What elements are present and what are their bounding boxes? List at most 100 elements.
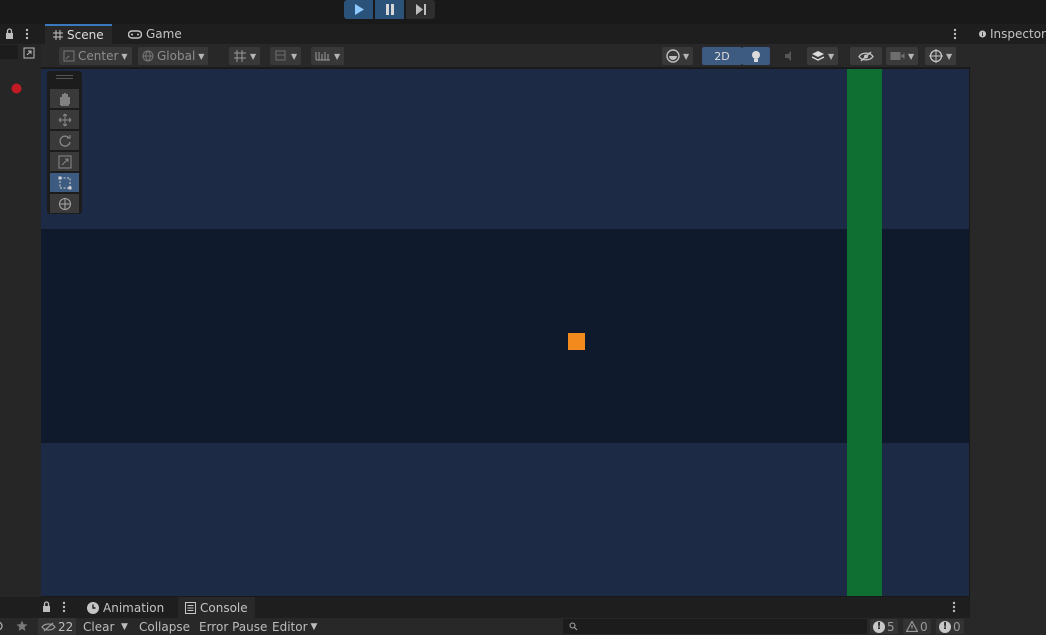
scene-viewport[interactable]: [41, 69, 969, 596]
warning-count: 0: [920, 619, 928, 634]
move-tool-button[interactable]: [50, 110, 79, 129]
error-pause-button[interactable]: Error Pause: [199, 618, 267, 635]
hierarchy-tab-bar: [0, 24, 41, 44]
lock-icon[interactable]: [42, 601, 51, 612]
green-wall-sprite[interactable]: [847, 69, 882, 596]
eye-hidden-icon: [858, 50, 874, 62]
rotate-icon: [58, 134, 71, 147]
scene-toolbar: Center ▼ Global ▼ ▼ ▼ ▼ ▼ 2D ▼ ▼ ▼: [41, 44, 970, 68]
chevron-down-icon: ▼: [828, 51, 835, 61]
increment-snap-dropdown[interactable]: ▼: [270, 47, 302, 65]
tab-game[interactable]: Game: [120, 24, 190, 44]
chevron-down-icon: ▼: [121, 621, 128, 632]
hierarchy-search[interactable]: [0, 45, 18, 59]
hand-tool-button[interactable]: [50, 89, 79, 108]
menu-icon[interactable]: [62, 601, 66, 613]
list-icon: [185, 601, 196, 614]
transform-icon: [58, 197, 71, 210]
top-toolbar: [0, 0, 1046, 24]
tab-label: Console: [200, 600, 248, 615]
error-pause-label: Error Pause: [199, 619, 268, 634]
lightbulb-icon: [752, 50, 760, 62]
error-icon: !: [939, 620, 951, 633]
collapse-button[interactable]: Collapse: [139, 618, 190, 635]
info-icon: !: [873, 620, 885, 633]
gizmos-dropdown[interactable]: ▼: [925, 47, 957, 65]
inspector-panel: [970, 24, 1046, 635]
rotate-tool-button[interactable]: [50, 131, 79, 150]
search-icon[interactable]: [0, 621, 5, 632]
scale-icon: [58, 155, 71, 168]
tab-inspector[interactable]: Inspector: [970, 24, 1046, 44]
layers-icon: [811, 51, 825, 61]
star-icon[interactable]: [16, 620, 28, 632]
lock-icon[interactable]: [5, 28, 14, 39]
error-count: 0: [953, 619, 961, 634]
pause-button[interactable]: [375, 0, 404, 19]
clock-icon: [87, 601, 99, 614]
eye-hidden-icon: [41, 622, 56, 631]
speaker-icon: [785, 51, 791, 61]
shading-mode-dropdown[interactable]: ▼: [662, 47, 694, 65]
log-count-toggle[interactable]: ! 5: [870, 619, 898, 634]
pivot-mode-label: Center: [78, 49, 119, 63]
play-button[interactable]: [344, 0, 373, 19]
search-icon: [569, 622, 578, 631]
pause-icon: [385, 4, 394, 15]
scale-tool-button[interactable]: [50, 152, 79, 171]
clear-label: Clear: [83, 619, 115, 634]
log-count: 5: [887, 619, 895, 634]
warning-count-toggle[interactable]: 0: [903, 619, 931, 634]
editor-dropdown[interactable]: Editor ▼: [272, 618, 317, 635]
panel-menu-icon[interactable]: [952, 601, 956, 613]
rect-tool-button[interactable]: [50, 173, 79, 192]
record-icon[interactable]: [11, 83, 22, 94]
editor-label: Editor: [272, 619, 308, 634]
audio-toggle[interactable]: [776, 47, 804, 65]
player-sprite[interactable]: [568, 333, 585, 350]
camera-icon: [890, 52, 905, 60]
chevron-down-icon: ▼: [946, 51, 953, 61]
panel-menu-icon[interactable]: [953, 28, 957, 40]
drag-handle[interactable]: [56, 75, 73, 79]
pivot-mode-dropdown[interactable]: Center ▼: [59, 47, 132, 65]
clear-button[interactable]: Clear: [83, 618, 114, 635]
visibility-toggle[interactable]: [850, 47, 882, 65]
step-button[interactable]: [406, 0, 435, 19]
camera-dropdown[interactable]: ▼: [886, 47, 919, 65]
clear-options-dropdown[interactable]: ▼: [121, 618, 128, 635]
play-icon: [354, 4, 364, 15]
mode-2d-toggle[interactable]: 2D: [702, 47, 742, 65]
grid-snap-dropdown[interactable]: ▼: [229, 47, 261, 65]
tab-label: Scene: [67, 28, 104, 42]
chevron-down-icon: ▼: [683, 51, 690, 61]
grid-icon: [53, 30, 63, 40]
effects-dropdown[interactable]: ▼: [807, 47, 839, 65]
tab-label: Animation: [103, 600, 165, 615]
space-mode-label: Global: [157, 49, 196, 63]
sphere-icon: [666, 49, 680, 63]
tab-animation[interactable]: Animation: [80, 597, 171, 618]
tab-label: Game: [146, 27, 182, 41]
lighting-toggle[interactable]: [742, 47, 770, 65]
background-band: [41, 229, 969, 443]
hidden-count: 22: [58, 619, 74, 634]
space-mode-dropdown[interactable]: Global ▼: [138, 47, 209, 65]
move-icon: [58, 113, 71, 126]
hierarchy-panel: [0, 24, 41, 597]
chevron-down-icon: ▼: [250, 51, 257, 61]
hidden-objects-toggle[interactable]: 22: [38, 618, 77, 635]
menu-icon[interactable]: [25, 28, 29, 40]
error-count-toggle[interactable]: ! 0: [936, 619, 964, 634]
warning-icon: [906, 621, 918, 632]
tab-console[interactable]: Console: [178, 597, 255, 618]
console-search-input[interactable]: [563, 619, 867, 634]
gamepad-icon: [128, 29, 142, 39]
ruler-dropdown[interactable]: ▼: [311, 47, 345, 65]
chevron-down-icon: ▼: [334, 51, 341, 61]
collapse-label: Collapse: [139, 619, 190, 634]
hand-icon: [60, 92, 70, 106]
transform-tool-button[interactable]: [50, 194, 79, 213]
tab-scene[interactable]: Scene: [45, 24, 112, 44]
maximize-icon[interactable]: [23, 47, 35, 59]
